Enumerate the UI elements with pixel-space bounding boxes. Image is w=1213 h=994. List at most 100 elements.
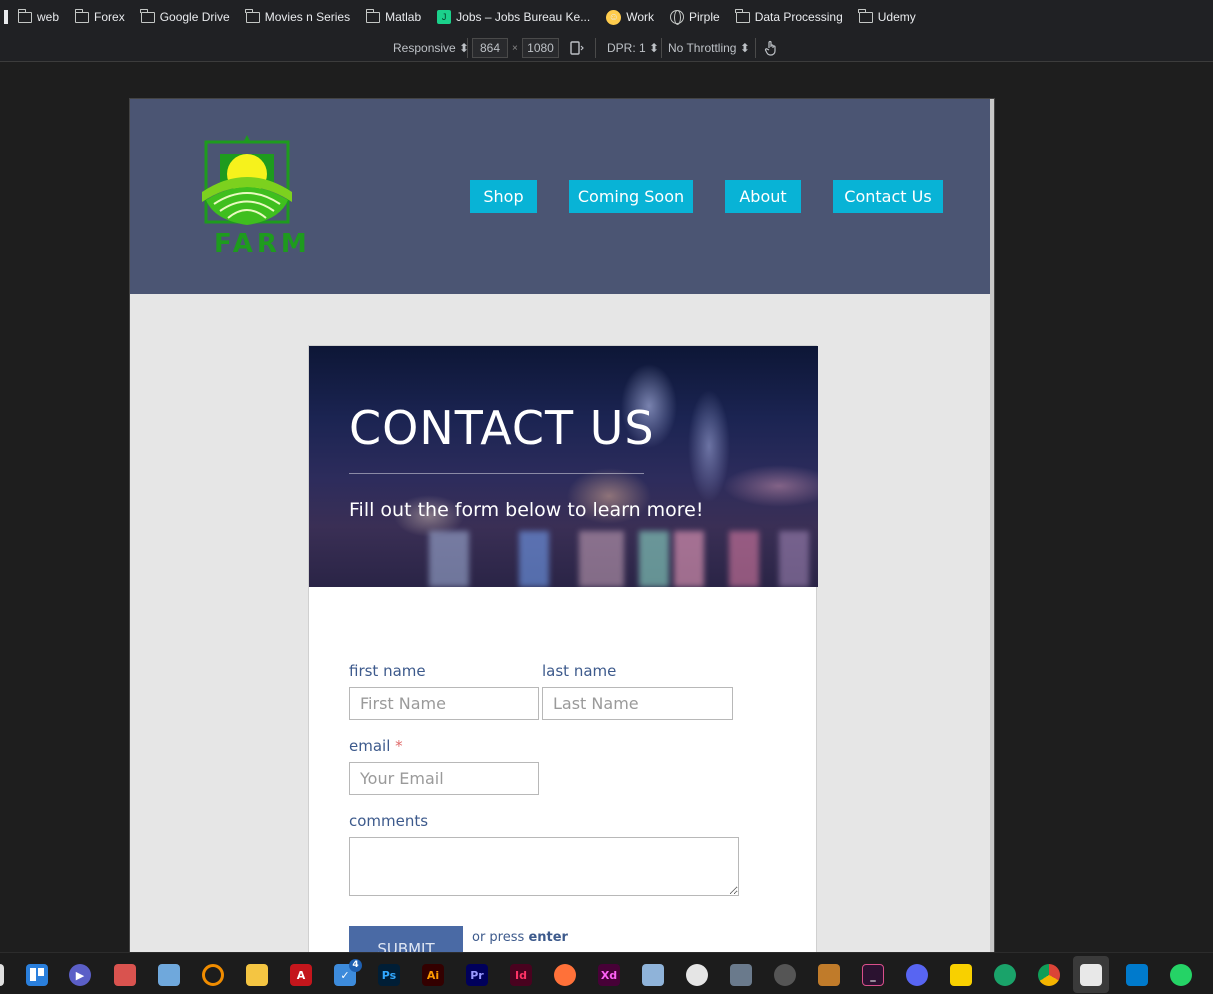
divider (755, 38, 756, 58)
bookmark-matlab[interactable]: Matlab (356, 0, 427, 34)
folder-icon (140, 8, 155, 23)
bookmark-label: Pirple (689, 10, 720, 24)
bookmark-jobs[interactable]: J Jobs – Jobs Bureau Ke... (427, 0, 596, 34)
globe-icon (670, 10, 685, 25)
slack-icon[interactable] (686, 964, 708, 986)
network-icon[interactable] (994, 964, 1016, 986)
folder-icon (858, 8, 873, 23)
comments-textarea[interactable] (349, 837, 739, 896)
hero-reflection (639, 531, 669, 587)
bookmark-label: Forex (94, 10, 125, 24)
comments-label: comments (349, 812, 429, 830)
site-header: FARM Shop Coming Soon About Contact Us (130, 99, 990, 294)
folder-icon (17, 8, 32, 23)
times-symbol: × (512, 42, 518, 54)
terminal-icon[interactable]: _ (862, 964, 884, 986)
bookmark-web[interactable]: web (8, 0, 65, 34)
box-icon[interactable] (114, 964, 136, 986)
acrobat-icon[interactable]: A (290, 964, 312, 986)
todo-icon[interactable]: ✓ 4 (334, 959, 362, 986)
device-select[interactable]: Responsive ⬍ (393, 34, 469, 62)
height-input[interactable]: 1080 (522, 38, 559, 58)
rotate-icon[interactable] (569, 34, 585, 62)
press-enter-hint: or press enter (472, 930, 568, 945)
last-name-label: last name (542, 662, 617, 680)
logo-text: FARM (214, 229, 311, 259)
submit-button[interactable]: SUBMIT (349, 926, 463, 952)
cloud-icon[interactable] (158, 964, 180, 986)
hero-reflection (579, 531, 624, 587)
email-label: email * (349, 737, 403, 755)
camera-icon[interactable] (774, 964, 796, 986)
throttle-select[interactable]: No Throttling ⬍ (668, 34, 750, 62)
bookmark-label: Jobs – Jobs Bureau Ke... (456, 10, 591, 24)
trello-icon[interactable] (26, 964, 48, 986)
vscode-icon[interactable] (1126, 964, 1148, 986)
nav-coming-soon[interactable]: Coming Soon (569, 180, 693, 213)
taskbar: ▶ A ✓ 4 Ps Ai Pr Id Xd _ (0, 952, 1213, 994)
snipping-icon[interactable] (1080, 964, 1102, 986)
email-label-text: email (349, 737, 391, 755)
chrome-icon[interactable] (1038, 964, 1060, 986)
bookmark-pirple[interactable]: Pirple (660, 0, 726, 34)
hero-reflection (729, 531, 759, 587)
first-name-input[interactable] (349, 687, 539, 720)
hero-reflection (519, 531, 549, 587)
search-icon[interactable] (202, 964, 224, 986)
sticky-notes-icon[interactable] (950, 964, 972, 986)
bookmark-udemy[interactable]: Udemy (849, 0, 922, 34)
page-title: CONTACT US (349, 401, 655, 455)
game-icon[interactable] (818, 964, 840, 986)
viewport-scrollbar[interactable] (990, 99, 994, 952)
indesign-icon[interactable]: Id (510, 964, 532, 986)
nav-about[interactable]: About (725, 180, 801, 213)
nav-shop[interactable]: Shop (470, 180, 537, 213)
bookmark-label: Udemy (877, 10, 916, 24)
first-name-label: first name (349, 662, 426, 680)
firefox-icon[interactable] (554, 964, 576, 986)
bookmark-forex[interactable]: Forex (65, 0, 131, 34)
page-viewport: FARM Shop Coming Soon About Contact Us C… (130, 99, 990, 952)
teams-icon[interactable]: ▶ (69, 964, 91, 986)
hero-reflection (674, 531, 704, 587)
emoji-icon: ☺ (606, 9, 622, 25)
explorer-icon[interactable] (246, 964, 268, 986)
hero-banner: CONTACT US Fill out the form below to le… (309, 346, 818, 587)
illustrator-icon[interactable]: Ai (422, 964, 444, 986)
bookmark-movies[interactable]: Movies n Series (236, 0, 356, 34)
photoshop-icon[interactable]: Ps (378, 964, 400, 986)
divider (661, 38, 662, 58)
hero-reflection (779, 531, 809, 587)
press-key: enter (528, 930, 568, 945)
whatsapp-icon[interactable] (1170, 964, 1192, 986)
resource-monitor-icon[interactable] (642, 964, 664, 986)
bookmark-work[interactable]: ☺ Work (596, 0, 660, 34)
page-subtitle: Fill out the form below to learn more! (349, 499, 704, 521)
hero-reflection (429, 531, 469, 587)
email-input[interactable] (349, 762, 539, 795)
bookmarks-bar: web Forex Google Drive Movies n Series M… (0, 0, 1213, 34)
xd-icon[interactable]: Xd (598, 964, 620, 986)
bookmark-label: Matlab (385, 10, 422, 24)
contact-card: CONTACT US Fill out the form below to le… (308, 345, 818, 952)
jobs-icon: J (437, 10, 452, 24)
nav-contact-us[interactable]: Contact Us (833, 180, 943, 213)
dpr-select[interactable]: DPR: 1 ⬍ (607, 34, 659, 62)
discord-icon[interactable] (906, 964, 928, 986)
todo-badge: 4 (349, 959, 362, 972)
bookmark-google-drive[interactable]: Google Drive (131, 0, 236, 34)
bookmark-data-processing[interactable]: Data Processing (726, 0, 849, 34)
last-name-input[interactable] (542, 687, 733, 720)
folder-icon (365, 8, 381, 23)
calculator-icon[interactable] (730, 964, 752, 986)
touch-icon[interactable] (764, 34, 778, 62)
divider (467, 38, 468, 58)
folder-icon (245, 8, 260, 23)
throttle-label: No Throttling ⬍ (668, 41, 750, 55)
title-divider (349, 473, 644, 474)
press-prefix: or press (472, 930, 525, 945)
required-marker: * (395, 737, 403, 755)
start-icon[interactable] (0, 964, 4, 986)
premiere-icon[interactable]: Pr (466, 964, 488, 986)
width-input[interactable]: 864 (472, 38, 508, 58)
